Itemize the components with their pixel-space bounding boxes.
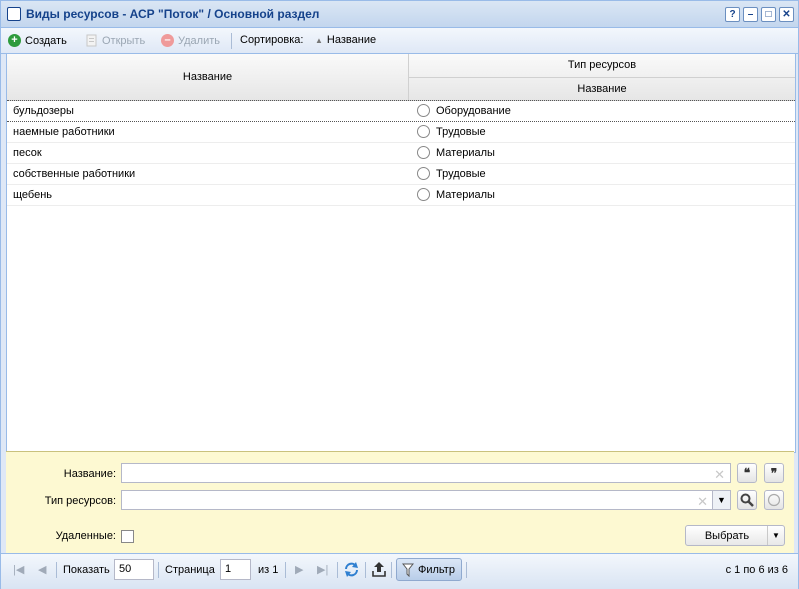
filter-panel: Название: ✕ ❝ ❞ Тип ресурсов: ✕ ▼ Удален… [6,451,794,553]
open-label: Открыть [102,34,146,47]
pager-separator [466,562,467,578]
chevron-down-icon[interactable]: ▼ [712,491,730,509]
page-count: из 1 [258,564,279,576]
choose-label: Выбрать [704,530,750,542]
page-label: Страница [165,564,215,576]
window-titlebar[interactable]: Виды ресурсов - АСР "Поток" / Основной р… [1,1,798,28]
cell-type-label: Материалы [436,146,495,159]
sort-field-label: Название [326,34,377,46]
prev-page-icon[interactable]: ◀ [38,563,46,576]
choose-split-button[interactable]: Выбрать ▼ [685,525,785,546]
window-title: Виды ресурсов - АСР "Поток" / Основной р… [26,7,320,21]
pager-separator [56,562,57,578]
pager-separator [285,562,286,578]
filter-toggle-button[interactable]: Фильтр [396,558,462,581]
search-button[interactable] [737,490,757,510]
type-filter-label: Тип ресурсов: [44,495,116,507]
minimize-button[interactable]: – [743,7,758,22]
circle-icon [767,493,781,507]
maximize-button[interactable]: □ [761,7,776,22]
clear-selection-button[interactable] [764,490,784,510]
plus-icon: + [8,34,21,47]
deleted-filter-label: Удаленные: [55,530,116,542]
radio-icon[interactable] [417,125,430,138]
pager-separator [365,562,366,578]
resource-types-grid: Название Тип ресурсов Название бульдозер… [6,53,796,453]
search-icon [740,493,754,507]
delete-button[interactable]: – Удалить [161,34,220,47]
clear-icon[interactable]: ✕ [714,467,725,483]
sort-asc-icon: ▲ [315,35,323,45]
cell-type: Трудовые [417,125,486,138]
cell-name: наемные работники [13,126,115,138]
refresh-icon[interactable] [343,561,360,578]
open-quote-button[interactable]: ❝ [737,463,757,483]
type-filter-combobox[interactable]: ✕ ▼ [121,490,731,510]
first-page-icon[interactable]: |◀ [13,563,24,576]
last-page-icon[interactable]: ▶| [317,563,328,576]
cell-name: песок [13,147,42,159]
page-size-value: 50 [119,563,132,575]
cell-type: Материалы [417,188,495,201]
help-button[interactable]: ? [725,7,740,22]
pager-toolbar: |◀ ◀ Показать 50 Страница 1 из 1 ▶ ▶| Фи… [1,553,798,589]
column-group-resource-type: Тип ресурсов [409,54,795,78]
filter-button-label: Фильтр [418,564,455,576]
page-number-value: 1 [225,563,232,575]
table-row[interactable]: наемные работники Трудовые [7,122,795,143]
open-button[interactable]: Открыть [85,34,145,47]
pager-separator [391,562,392,578]
funnel-icon [402,563,414,577]
dropdown-arrow-icon[interactable]: ▼ [767,526,784,545]
clear-icon[interactable]: ✕ [697,494,708,510]
close-quote-button[interactable]: ❞ [764,463,784,483]
sort-field-button[interactable]: ▲ Название [315,34,376,46]
cell-name: щебень [13,189,53,201]
resource-types-window: Виды ресурсов - АСР "Поток" / Основной р… [0,0,799,589]
window-home-icon [7,7,21,21]
page-number-input[interactable]: 1 [220,559,251,580]
minus-icon: – [161,34,174,47]
table-row[interactable]: песок Материалы [7,143,795,164]
pager-separator [158,562,159,578]
cell-type: Материалы [417,146,495,159]
cell-name: бульдозеры [13,105,74,117]
table-row[interactable]: бульдозеры Оборудование [7,100,795,122]
pager-separator [337,562,338,578]
cell-type: Оборудование [417,104,511,117]
export-icon[interactable] [371,561,387,578]
name-filter-input[interactable]: ✕ [121,463,731,483]
toolbar-separator [231,33,232,49]
create-button[interactable]: + Создать [8,34,67,47]
cell-type-label: Материалы [436,188,495,201]
deleted-checkbox[interactable] [121,530,134,543]
page-size-input[interactable]: 50 [114,559,154,580]
sort-label-text: Сортировка: [240,34,304,46]
column-header-type-name[interactable]: Название [409,78,795,100]
cell-type-label: Оборудование [436,104,511,117]
cell-type-label: Трудовые [436,125,486,138]
sort-label: Сортировка: [240,34,303,46]
radio-icon[interactable] [417,104,430,117]
table-row[interactable]: собственные работники Трудовые [7,164,795,185]
grid-header: Название Тип ресурсов Название [7,54,795,101]
cell-type-label: Трудовые [436,167,486,180]
table-row[interactable]: щебень Материалы [7,185,795,206]
delete-label: Удалить [178,34,220,47]
cell-type: Трудовые [417,167,486,180]
open-document-icon [86,34,97,47]
close-button[interactable]: ✕ [779,7,794,22]
show-label: Показать [63,564,110,576]
radio-icon[interactable] [417,146,430,159]
radio-icon[interactable] [417,188,430,201]
radio-icon[interactable] [417,167,430,180]
create-label: Создать [25,34,67,47]
pager-summary: с 1 по 6 из 6 [725,564,788,576]
toolbar: + Создать Открыть – Удалить Сортировка: … [1,28,798,54]
name-filter-label: Название: [63,468,116,480]
next-page-icon[interactable]: ▶ [295,563,303,576]
cell-name: собственные работники [13,168,136,180]
column-header-name[interactable]: Название [7,54,409,100]
